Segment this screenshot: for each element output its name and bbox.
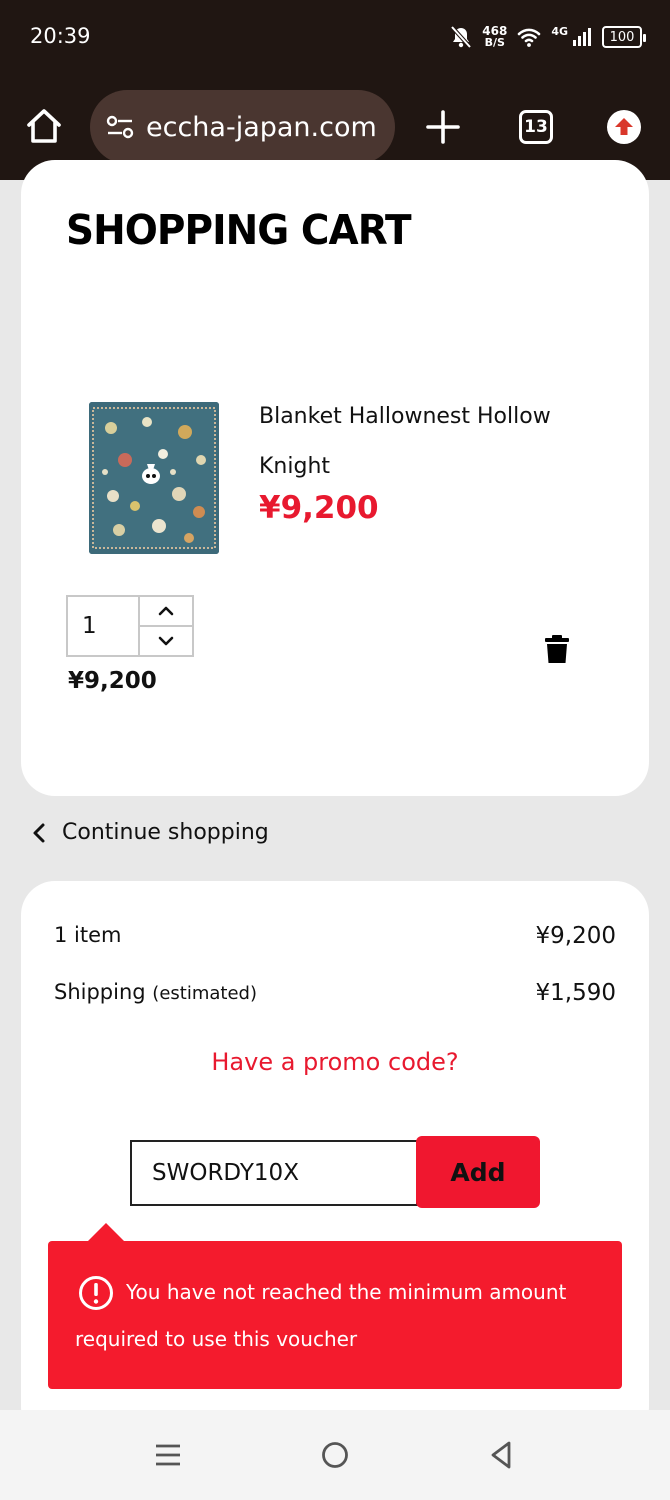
upload-button[interactable]: [607, 110, 641, 144]
shipping-note: (estimated): [152, 983, 257, 1004]
status-time: 20:39: [30, 24, 91, 48]
quantity-increase-button[interactable]: [140, 597, 192, 625]
chevron-left-icon: [33, 823, 45, 842]
new-tab-icon[interactable]: [424, 108, 462, 146]
chevron-down-icon: [158, 636, 174, 646]
home-nav-icon[interactable]: [318, 1438, 352, 1472]
wifi-icon: [518, 28, 541, 47]
voucher-error-message: You have not reached the minimum amount …: [48, 1223, 622, 1389]
quantity-stepper: 1: [66, 595, 194, 657]
network-type: 4G: [551, 24, 568, 38]
error-text: You have not reached the minimum amount …: [75, 1280, 567, 1351]
upload-icon: [615, 118, 633, 135]
site-settings-icon[interactable]: [104, 111, 136, 143]
blanket-image: [89, 402, 219, 554]
items-label: 1 item: [54, 923, 122, 947]
product-image[interactable]: [89, 402, 219, 554]
items-row: 1 item ¥9,200: [54, 923, 616, 949]
product-price: ¥9,200: [259, 490, 379, 526]
signal-icon: [573, 28, 591, 46]
order-summary-card: 1 item ¥9,200 Shipping (estimated) ¥1,59…: [21, 881, 649, 1441]
cart-card: SHOPPING CART Blanket Hallownest Hollow …: [21, 160, 649, 796]
status-icons: 468 B/S 4G 100: [450, 22, 646, 52]
line-total: ¥9,200: [68, 668, 157, 694]
battery-icon: 100: [602, 26, 646, 48]
shipping-label-group: Shipping (estimated): [54, 980, 257, 1006]
browser-chrome: 20:39 468 B/S 4G 100 eccha-japan.com 13: [0, 0, 670, 180]
promo-code-link[interactable]: Have a promo code?: [21, 1048, 649, 1076]
net-speed: 468 B/S: [482, 25, 507, 49]
url-text: eccha-japan.com: [146, 111, 377, 143]
continue-shopping-link[interactable]: Continue shopping: [32, 820, 269, 845]
quantity-input[interactable]: 1: [68, 597, 140, 655]
back-nav-icon[interactable]: [485, 1438, 519, 1472]
quantity-decrease-button[interactable]: [140, 625, 192, 655]
trash-icon[interactable]: [544, 634, 570, 664]
page-title: SHOPPING CART: [66, 206, 412, 254]
items-value: ¥9,200: [535, 923, 616, 949]
shipping-value: ¥1,590: [535, 980, 616, 1006]
shipping-label: Shipping: [54, 980, 146, 1004]
chevron-up-icon: [158, 606, 174, 616]
quantity-controls: [140, 597, 192, 655]
shipping-row: Shipping (estimated) ¥1,590: [54, 980, 616, 1006]
add-promo-button[interactable]: Add: [416, 1136, 540, 1208]
home-icon[interactable]: [24, 106, 64, 146]
bell-off-icon: [450, 25, 472, 49]
product-name[interactable]: Blanket Hallownest Hollow Knight: [259, 392, 599, 492]
tab-count: 13: [524, 117, 548, 137]
system-nav-bar: [0, 1410, 670, 1500]
tab-switcher-button[interactable]: 13: [519, 110, 553, 144]
battery-level: 100: [609, 29, 635, 45]
continue-shopping-label: Continue shopping: [62, 820, 269, 845]
recent-apps-icon[interactable]: [151, 1438, 185, 1472]
net-speed-unit: B/S: [484, 36, 505, 49]
promo-code-input[interactable]: [130, 1140, 418, 1206]
address-bar[interactable]: eccha-japan.com: [90, 90, 395, 164]
